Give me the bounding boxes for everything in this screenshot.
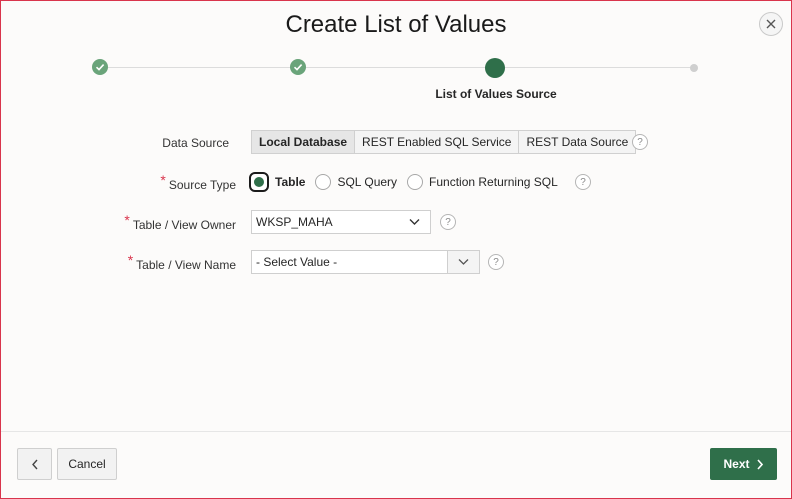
data-source-option-rest-data[interactable]: REST Data Source	[519, 131, 635, 153]
source-type-radio-group: Table SQL Query Function Returning SQL	[249, 172, 568, 192]
help-icon[interactable]: ?	[488, 254, 504, 270]
wizard-step-2-done	[290, 59, 306, 75]
required-marker: *	[124, 212, 130, 228]
help-icon[interactable]: ?	[575, 174, 591, 190]
data-source-option-local-database[interactable]: Local Database	[252, 131, 356, 153]
radio-sql-query[interactable]	[315, 174, 332, 190]
wizard-track	[100, 67, 695, 68]
table-name-label: * Table / View Name	[127, 252, 236, 272]
close-button[interactable]	[759, 12, 783, 36]
radio-sql-query-label[interactable]: SQL Query	[337, 175, 397, 189]
required-marker: *	[160, 172, 166, 188]
chevron-right-icon	[756, 458, 763, 470]
table-name-input[interactable]: - Select Value -	[251, 250, 448, 274]
help-icon[interactable]: ?	[632, 134, 648, 150]
dialog-title: Create List of Values	[285, 11, 507, 38]
wizard-step-1-done	[92, 59, 108, 75]
next-button[interactable]: Next	[710, 448, 777, 480]
table-name-popup-button[interactable]	[447, 250, 480, 274]
wizard-step-4	[690, 64, 698, 72]
table-owner-value: WKSP_MAHA	[256, 215, 333, 229]
radio-table[interactable]	[249, 172, 269, 192]
data-source-segmented: Local Database REST Enabled SQL Service …	[251, 130, 637, 154]
radio-function-sql[interactable]	[407, 174, 424, 190]
wizard-step-3-current	[485, 58, 505, 78]
table-owner-label: * Table / View Owner	[124, 212, 236, 232]
help-icon[interactable]: ?	[440, 214, 456, 230]
create-lov-dialog: Create List of Values List of Values Sou…	[0, 0, 792, 499]
check-icon	[293, 64, 303, 71]
radio-function-sql-label[interactable]: Function Returning SQL	[429, 175, 558, 189]
next-button-label: Next	[723, 457, 750, 471]
chevron-down-icon	[458, 259, 469, 265]
wizard-step-label: List of Values Source	[435, 87, 557, 101]
chevron-left-icon	[31, 459, 38, 469]
source-type-label: * Source Type	[160, 172, 236, 192]
table-name-value: - Select Value -	[256, 255, 338, 269]
chevron-down-icon	[409, 219, 420, 225]
close-icon	[766, 19, 776, 29]
required-marker: *	[127, 252, 134, 268]
radio-table-label[interactable]: Table	[275, 175, 305, 189]
data-source-option-rest-sql[interactable]: REST Enabled SQL Service	[355, 131, 520, 153]
check-icon	[95, 64, 105, 71]
dialog-footer	[1, 431, 791, 498]
previous-button[interactable]	[17, 448, 52, 480]
table-owner-select[interactable]: WKSP_MAHA	[251, 210, 431, 234]
cancel-button[interactable]: Cancel	[57, 448, 117, 480]
data-source-label: Data Source	[162, 136, 229, 150]
